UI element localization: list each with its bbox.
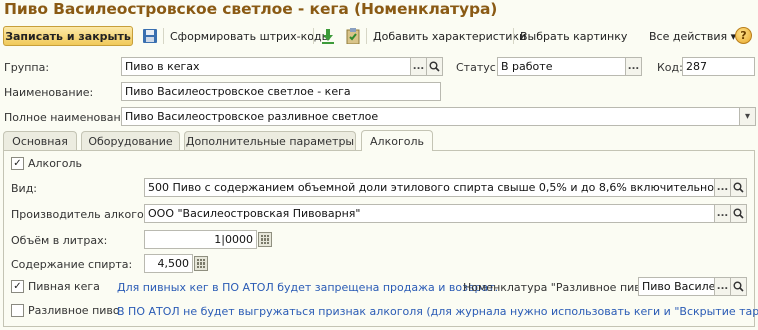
tab-alcohol[interactable]: Алкоголь (361, 130, 433, 151)
producer-search-icon[interactable] (730, 204, 747, 223)
status-label: Статус: (456, 61, 500, 74)
strength-label: Содержание спирта: (11, 258, 133, 271)
draft-beer-note: В ПО АТОЛ не будет выгружаться признак а… (117, 305, 758, 318)
group-field[interactable]: Пиво в кегах (121, 57, 411, 76)
draft-nomenclature-label: Номенклатура "Разливное пиво": (463, 281, 657, 294)
window-title: Пиво Василеостровское светлое - кега (Но… (4, 0, 498, 18)
full-name-label: Полное наименование: (4, 111, 139, 124)
draft-beer-checkbox[interactable] (11, 304, 24, 317)
save-icon[interactable] (142, 28, 158, 44)
draft-nomenclature-select-button[interactable]: ... (714, 277, 731, 296)
all-actions-menu[interactable]: Все действия ▾ (649, 30, 736, 43)
toolbar-separator (513, 28, 514, 44)
producer-label: Производитель алкоголя: (11, 208, 162, 221)
kind-field[interactable]: 500 Пиво с содержанием объемной доли эти… (144, 178, 715, 197)
producer-select-button[interactable]: ... (714, 204, 731, 223)
tab-equipment[interactable]: Оборудование (81, 131, 180, 151)
download-arrow-icon[interactable] (320, 28, 336, 44)
volume-label: Объём в литрах: (11, 234, 108, 247)
draft-nomenclature-field[interactable]: Пиво Василео (638, 277, 715, 296)
tab-additional-parameters[interactable]: Дополнительные параметры (184, 131, 356, 151)
producer-field[interactable]: ООО "Василеостровская Пивоварня" (144, 204, 715, 223)
name-label: Наименование: (4, 86, 94, 99)
group-label: Группа: (4, 61, 50, 74)
group-search-icon[interactable] (426, 57, 443, 76)
keg-checkbox-label: Пивная кега (28, 280, 100, 293)
alcohol-checkbox[interactable]: ✓ (11, 157, 24, 170)
clipboard-icon[interactable] (345, 28, 361, 45)
toolbar-separator (313, 28, 314, 44)
code-label: Код: (657, 61, 683, 74)
calculator-icon[interactable] (194, 256, 208, 271)
alcohol-tab-panel (3, 150, 755, 327)
kind-label: Вид: (11, 182, 38, 195)
kind-search-icon[interactable] (730, 178, 747, 197)
generate-barcodes-button[interactable]: Сформировать штрих-коды (170, 30, 330, 43)
keg-note: Для пивных кег в ПО АТОЛ будет запрещена… (117, 281, 499, 294)
status-select-button[interactable]: ... (625, 57, 642, 76)
group-select-button[interactable]: ... (410, 57, 427, 76)
tab-main[interactable]: Основная (3, 131, 77, 151)
all-actions-label: Все действия (649, 30, 728, 43)
choose-picture-button[interactable]: Выбрать картинку (520, 30, 627, 43)
draft-nomenclature-search-icon[interactable] (730, 277, 747, 296)
draft-beer-checkbox-label: Разливное пиво (28, 304, 120, 317)
keg-checkbox[interactable]: ✓ (11, 280, 24, 293)
volume-field[interactable]: 1|0000 (144, 230, 257, 249)
toolbar-separator (366, 28, 367, 44)
status-field[interactable]: В работе (497, 57, 626, 76)
full-name-dropdown-button[interactable]: ▾ (739, 107, 756, 126)
full-name-field[interactable]: Пиво Василеостровское разливное светлое (121, 107, 740, 126)
code-field[interactable]: 287 (682, 57, 755, 76)
kind-select-button[interactable]: ... (714, 178, 731, 197)
save-and-close-button[interactable]: Записать и закрыть (3, 26, 133, 46)
calculator-icon[interactable] (258, 232, 272, 247)
name-field[interactable]: Пиво Василеостровское светлое - кега (121, 82, 441, 101)
toolbar-separator (163, 28, 164, 44)
alcohol-checkbox-label: Алкоголь (28, 157, 82, 170)
strength-field[interactable]: 4,500 (144, 254, 193, 273)
help-button[interactable]: ? (735, 27, 752, 44)
add-characteristics-button[interactable]: Добавить характеристики (373, 30, 526, 43)
